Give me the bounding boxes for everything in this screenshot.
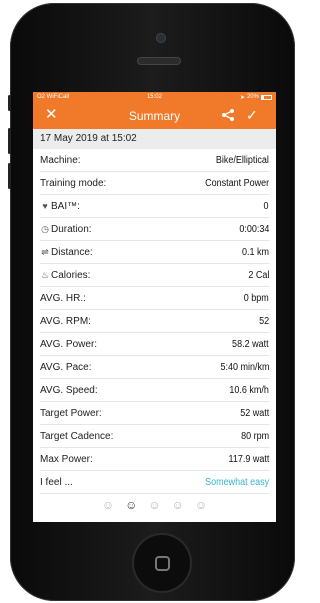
share-icon[interactable] (221, 108, 235, 122)
row-label: AVG. HR.: (40, 293, 86, 304)
mute-switch (8, 95, 11, 111)
row-label: Max Power: (40, 454, 93, 465)
home-button-icon (155, 556, 170, 571)
row-value: 58.2 watt (232, 338, 269, 350)
row-value: 117.9 watt (228, 453, 269, 465)
row-label: Target Cadence: (40, 431, 113, 442)
clock-icon: ◷ (41, 223, 49, 234)
distance-icon: ⇌ (41, 246, 49, 257)
row-value: 0 (263, 200, 269, 212)
row-label-text: AVG. RPM: (40, 315, 91, 327)
carrier-label: O2 WiFiCall (37, 94, 70, 100)
row-label: ♨ Calories: (40, 269, 91, 281)
battery-percent: 20% (246, 94, 259, 100)
summary-row: ◷ Duration: 0:00:34 (40, 218, 269, 241)
row-label: AVG. Pace: (40, 362, 92, 373)
heart-icon: ♥ (42, 201, 48, 211)
status-time: 15:02 (146, 94, 162, 100)
app-screen: O2 WiFiCall 15:02 ➤ 20% ✕ Summary ✓ 17 M… (33, 92, 276, 522)
summary-row: AVG. RPM: 52 (40, 310, 269, 333)
location-icon: ➤ (239, 94, 245, 101)
row-label-text: Distance: (51, 246, 93, 258)
summary-row: AVG. HR.: 0 bpm (40, 287, 269, 310)
row-label-text: Target Power: (40, 407, 102, 419)
page-title: Summary (128, 108, 181, 123)
summary-row: AVG. Speed: 10.6 km/h (40, 379, 269, 402)
row-label-text: BAI™: (51, 200, 80, 212)
flame-icon: ♨ (40, 269, 50, 280)
status-right: ➤ 20% (240, 94, 272, 101)
summary-list: Machine: Bike/Elliptical Training mode: Con… (33, 149, 276, 471)
face-neutral-icon[interactable]: ☺ (148, 498, 160, 512)
row-value: 10.6 km/h (229, 384, 269, 396)
earpiece-speaker (138, 58, 180, 64)
row-value: 0.1 km (241, 246, 269, 258)
nav-bar: ✕ Summary ✓ (33, 102, 276, 129)
row-label: AVG. Speed: (40, 385, 98, 396)
row-value: 52 watt (239, 407, 269, 419)
summary-row: Max Power: 117.9 watt (40, 448, 269, 471)
volume-down-button (8, 163, 11, 189)
front-camera (157, 34, 165, 42)
feel-value: Somewhat easy (204, 476, 269, 488)
row-label-text: Duration: (51, 223, 92, 235)
row-label: AVG. Power: (40, 339, 97, 350)
face-very-hard-icon[interactable]: ☺ (195, 498, 207, 512)
row-label-text: Target Cadence: (40, 430, 114, 442)
session-date: 17 May 2019 at 15:02 (33, 129, 276, 149)
row-label-text: Machine: (40, 154, 81, 166)
row-label-text: AVG. HR.: (40, 292, 86, 304)
row-label-text: Training mode: (40, 177, 107, 189)
row-label-text: AVG. Power: (40, 338, 98, 350)
summary-row: ♨ Calories: 2 Cal (40, 264, 269, 287)
confirm-check-icon[interactable]: ✓ (246, 107, 258, 123)
row-label: Training mode: (40, 178, 106, 189)
mood-selector: ☺ ☺ ☺ ☺ ☺ (33, 498, 276, 512)
volume-up-button (8, 128, 11, 154)
close-icon[interactable]: ✕ (45, 107, 58, 123)
row-label: Target Power: (40, 408, 102, 419)
row-value: 2 Cal (247, 269, 269, 281)
row-label: Machine: (40, 155, 81, 166)
summary-row: Target Power: 52 watt (40, 402, 269, 425)
feel-row: I feel ... Somewhat easy (40, 471, 269, 494)
row-label-text: AVG. Speed: (40, 384, 98, 396)
row-value: Constant Power (204, 177, 269, 189)
face-very-easy-icon[interactable]: ☺ (102, 498, 114, 512)
summary-row: Machine: Bike/Elliptical (40, 149, 269, 172)
row-label: ♥ BAI™: (40, 201, 80, 212)
face-hard-icon[interactable]: ☺ (172, 498, 184, 512)
battery-fill (261, 95, 264, 99)
row-value: 0 bpm (243, 292, 269, 304)
summary-row: Training mode: Constant Power (40, 172, 269, 195)
row-label: AVG. RPM: (40, 316, 91, 327)
status-bar: O2 WiFiCall 15:02 ➤ 20% (33, 92, 276, 102)
battery-icon (260, 94, 272, 100)
face-somewhat-easy-icon[interactable]: ☺ (125, 498, 137, 512)
feel-label: I feel ... (40, 476, 73, 488)
summary-row: AVG. Pace: 5:40 min/km (40, 356, 269, 379)
row-value: 80 rpm (240, 430, 269, 442)
row-value: 5:40 min/km (219, 361, 269, 373)
summary-row: ⇌ Distance: 0.1 km (40, 241, 269, 264)
row-label-text: AVG. Pace: (40, 361, 92, 373)
row-label-text: Max Power: (40, 453, 93, 465)
row-label: ⇌ Distance: (40, 246, 93, 258)
summary-row: Target Cadence: 80 rpm (40, 425, 269, 448)
row-value: 0:00:34 (238, 223, 269, 235)
row-value: Bike/Elliptical (215, 154, 269, 166)
row-label: ◷ Duration: (40, 224, 92, 235)
summary-row: AVG. Power: 58.2 watt (40, 333, 269, 356)
summary-row: ♥ BAI™: 0 (40, 195, 269, 218)
row-label-text: Calories: (51, 269, 91, 281)
row-value: 52 (258, 315, 269, 327)
